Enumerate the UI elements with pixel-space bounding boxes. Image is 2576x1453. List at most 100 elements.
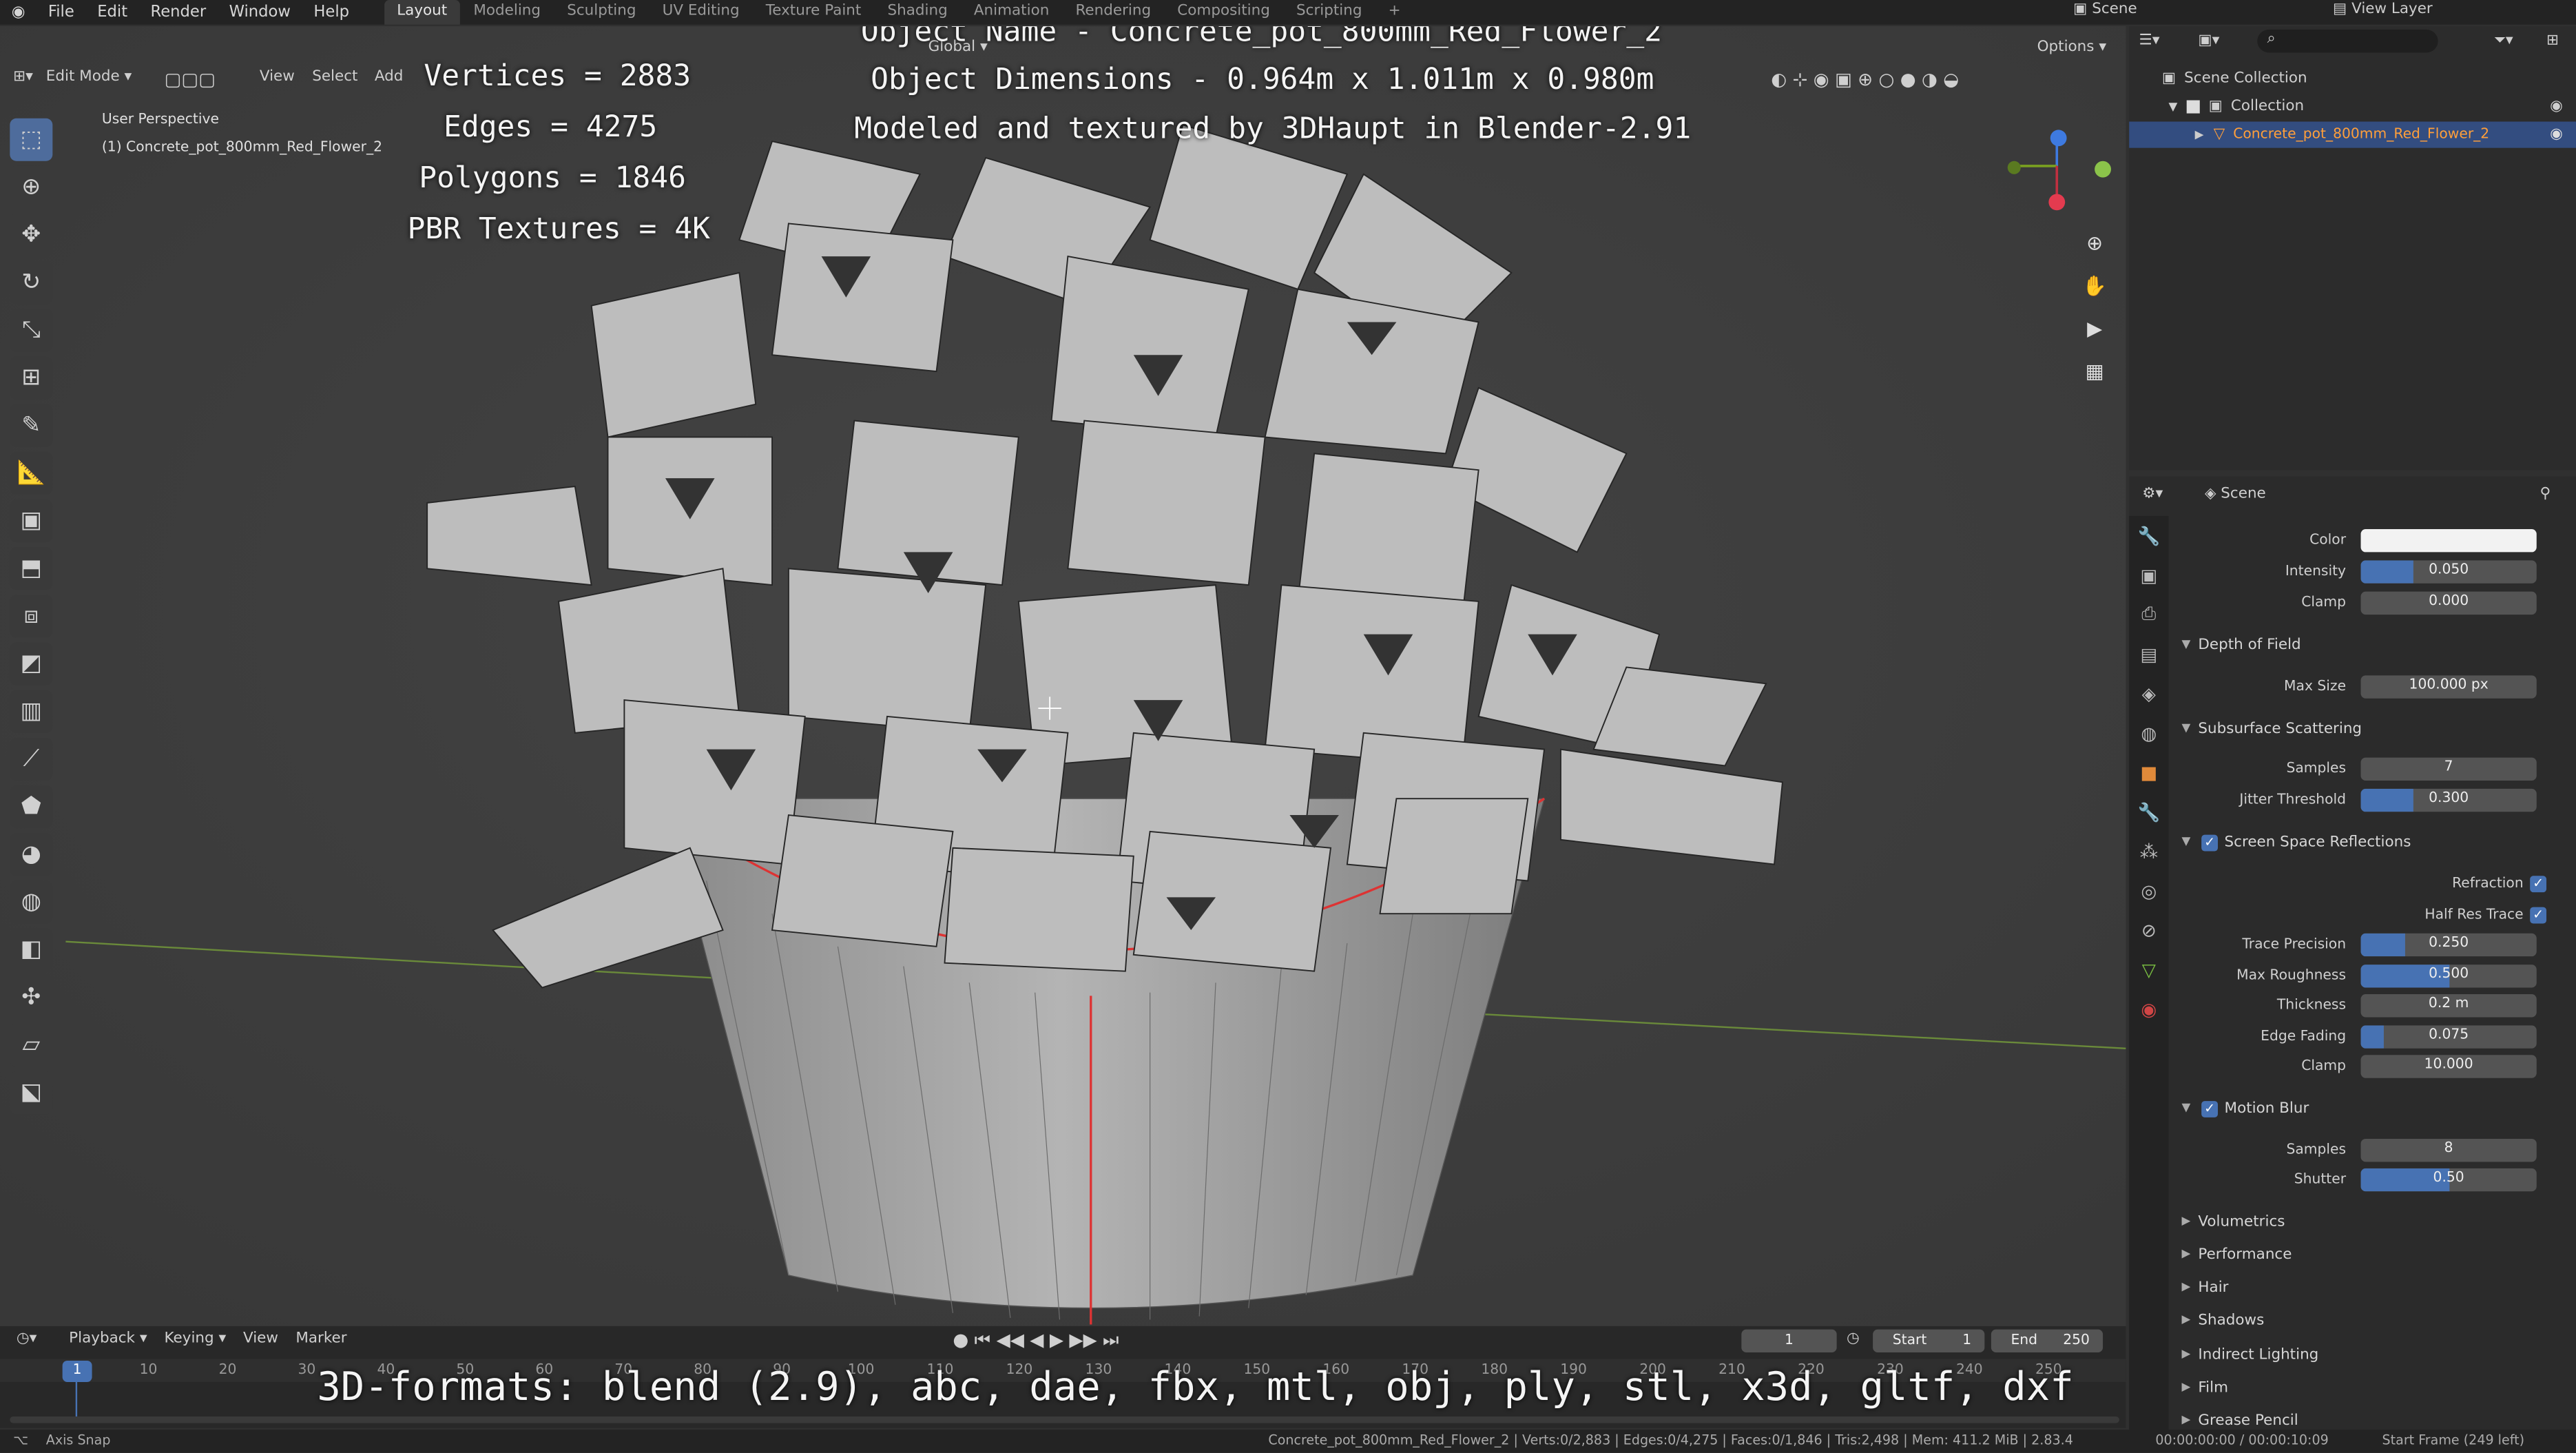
modifier-tab-icon[interactable]: 🔧 [2129, 792, 2168, 832]
spin-icon[interactable]: ◕ [10, 833, 53, 876]
menu-timeline-view[interactable]: View [243, 1331, 278, 1348]
tab-sculpting[interactable]: Sculpting [554, 0, 649, 25]
filter-icon[interactable]: ⏷▾ [2494, 33, 2513, 50]
measure-icon[interactable]: 📐 [10, 451, 53, 495]
intensity-field[interactable]: 0.050 [2360, 560, 2537, 584]
tab-uv-editing[interactable]: UV Editing [650, 0, 753, 25]
material-tab-icon[interactable]: ◉ [2129, 989, 2168, 1029]
playhead[interactable]: 1 [62, 1360, 92, 1382]
menu-playback[interactable]: Playback ▾ [69, 1331, 147, 1348]
pan-hand-icon[interactable]: ✋ [2077, 268, 2112, 304]
motion-blur-checkbox[interactable]: ✓ [2201, 1101, 2219, 1117]
mode-selector[interactable]: Edit Mode ▾ [46, 69, 132, 85]
physics-tab-icon[interactable]: ◎ [2129, 871, 2168, 910]
outliner-search-input[interactable]: ⌕ [2257, 29, 2438, 53]
checkbox-icon[interactable] [2187, 100, 2201, 114]
max-size-field[interactable]: 100.000 px [2360, 675, 2537, 699]
options-menu[interactable]: Options ▾ [2037, 39, 2106, 56]
clamp-field[interactable]: 0.000 [2360, 591, 2537, 615]
properties-editor[interactable]: ⚙▾ ◈ Scene ⚲ 🔧 ▣ ⎙ ▤ ◈ ◍ ■ 🔧 ⁂ ◎ ⊘ ▽ ◉ C… [2129, 476, 2576, 1430]
viewport-canvas[interactable] [0, 26, 2126, 1326]
smooth-icon[interactable]: ◍ [10, 880, 53, 924]
section-indirect-lighting[interactable]: ▶ Indirect Lighting [2168, 1343, 2576, 1372]
section-shadows[interactable]: ▶ Shadows [2168, 1308, 2576, 1338]
scale-icon[interactable]: ⤡ [10, 309, 53, 352]
preview-range-icon[interactable]: ◷ [1847, 1331, 1860, 1348]
add-cube-icon[interactable]: ▣ [10, 499, 53, 543]
refraction-checkbox[interactable]: ✓ [2530, 876, 2547, 893]
half-res-checkbox[interactable]: ✓ [2530, 907, 2547, 924]
world-tab-icon[interactable]: ◍ [2129, 713, 2168, 752]
rotate-icon[interactable]: ↻ [10, 261, 53, 305]
expand-icon[interactable]: ▼ [2168, 100, 2177, 113]
pin-icon[interactable]: ⚲ [2540, 486, 2551, 503]
inset-icon[interactable]: ⧈ [10, 595, 53, 638]
tab-layout[interactable]: Layout [384, 0, 461, 25]
section-subsurface-scattering[interactable]: ▼ Subsurface Scattering [2168, 717, 2576, 746]
tab-compositing[interactable]: Compositing [1164, 0, 1283, 25]
viewport-shading-icons[interactable]: ◐ ⊹ ◉ ▣ ⊕ ○ ● ◑ ◒ [1771, 69, 1959, 90]
view-layer-tab-icon[interactable]: ▤ [2129, 635, 2168, 674]
camera-icon[interactable]: ▶ [2077, 311, 2112, 347]
rip-region-icon[interactable]: ⬕ [10, 1071, 53, 1115]
mblur-samples-field[interactable]: 8 [2360, 1138, 2537, 1162]
loop-cut-icon[interactable]: ▥ [10, 690, 53, 733]
menu-marker[interactable]: Marker [295, 1331, 346, 1348]
menu-window[interactable]: Window [218, 3, 302, 21]
sss-samples-field[interactable]: 7 [2360, 757, 2537, 781]
visibility-eye-icon[interactable]: ◉ [2550, 99, 2563, 115]
scene-tab-icon[interactable]: ◈ [2129, 674, 2168, 713]
tool-tab-icon[interactable]: 🔧 [2129, 516, 2168, 555]
outliner-row-object[interactable]: ▶ ▽ Concrete_pot_800mm_Red_Flower_2 ◉ [2129, 121, 2576, 148]
knife-icon[interactable]: ⟋ [10, 737, 53, 781]
tab-texture-paint[interactable]: Texture Paint [753, 0, 875, 25]
scene-selector[interactable]: ▣ Scene [2073, 0, 2137, 21]
playback-controls[interactable]: ● ⏮ ◀◀ ◀ ▶ ▶▶ ⏭ [953, 1330, 1119, 1352]
start-frame-field[interactable]: Start 1 [1873, 1329, 1985, 1353]
current-frame-field[interactable]: 1 [1741, 1329, 1837, 1353]
color-swatch[interactable] [2360, 529, 2537, 553]
display-mode-icon[interactable]: ▣▾ [2198, 33, 2219, 50]
particles-tab-icon[interactable]: ⁂ [2129, 832, 2168, 871]
properties-editor-icon[interactable]: ⚙▾ [2142, 486, 2163, 503]
max-roughness-field[interactable]: 0.500 [2360, 965, 2537, 988]
blender-logo-icon[interactable]: ◉ [0, 3, 37, 21]
outliner-row-collection[interactable]: ▼ ▣ Collection ◉ [2129, 94, 2576, 120]
section-depth-of-field[interactable]: ▼ Depth of Field [2168, 632, 2576, 662]
object-visibility-eye-icon[interactable]: ◉ [2550, 127, 2563, 143]
cursor-icon[interactable]: ⊕ [10, 165, 53, 209]
menu-render[interactable]: Render [139, 3, 218, 21]
tab-shading[interactable]: Shading [874, 0, 960, 25]
trace-precision-field[interactable]: 0.250 [2360, 933, 2537, 957]
end-frame-field[interactable]: End 250 [1991, 1329, 2104, 1353]
menu-add[interactable]: Add [375, 69, 404, 85]
object-tab-icon[interactable]: ■ [2129, 752, 2168, 792]
menu-view[interactable]: View [260, 69, 295, 85]
edge-fading-field[interactable]: 0.075 [2360, 1025, 2537, 1049]
timeline-scrollbar[interactable] [10, 1416, 2119, 1423]
tab-rendering[interactable]: Rendering [1062, 0, 1164, 25]
thickness-field[interactable]: 0.2 m [2360, 994, 2537, 1018]
section-film[interactable]: ▶ Film [2168, 1375, 2576, 1405]
menu-keying[interactable]: Keying ▾ [165, 1331, 227, 1348]
tab-animation[interactable]: Animation [961, 0, 1063, 25]
timeline-editor-icon[interactable]: ◷▾ [17, 1331, 37, 1348]
expand-object-icon[interactable]: ▶ [2195, 128, 2204, 141]
vertex-select-icon[interactable]: ▢▢▢ [165, 69, 216, 90]
outliner-editor-icon[interactable]: ☰▾ [2139, 33, 2160, 50]
data-tab-icon[interactable]: ▽ [2129, 950, 2168, 989]
menu-help[interactable]: Help [302, 3, 361, 21]
shrink-fatten-icon[interactable]: ✣ [10, 976, 53, 1019]
bevel-icon[interactable]: ◩ [10, 642, 53, 686]
menu-select[interactable]: Select [312, 69, 357, 85]
view-layer-selector[interactable]: ▤ View Layer [2333, 0, 2433, 21]
section-motion-blur[interactable]: ▼ ✓ Motion Blur [2168, 1096, 2576, 1126]
section-performance[interactable]: ▶ Performance [2168, 1242, 2576, 1272]
jitter-field[interactable]: 0.300 [2360, 788, 2537, 812]
move-icon[interactable]: ✥ [10, 214, 53, 257]
outliner[interactable]: ☰▾ ▣▾ ⌕ ⏷▾ ⊞ ▣ Scene Collection ▼ ▣ Coll… [2129, 26, 2576, 471]
poly-build-icon[interactable]: ⬟ [10, 785, 53, 829]
outliner-row-scene-collection[interactable]: ▣ Scene Collection [2129, 65, 2576, 92]
menu-edit[interactable]: Edit [86, 3, 139, 21]
shear-icon[interactable]: ▱ [10, 1023, 53, 1066]
